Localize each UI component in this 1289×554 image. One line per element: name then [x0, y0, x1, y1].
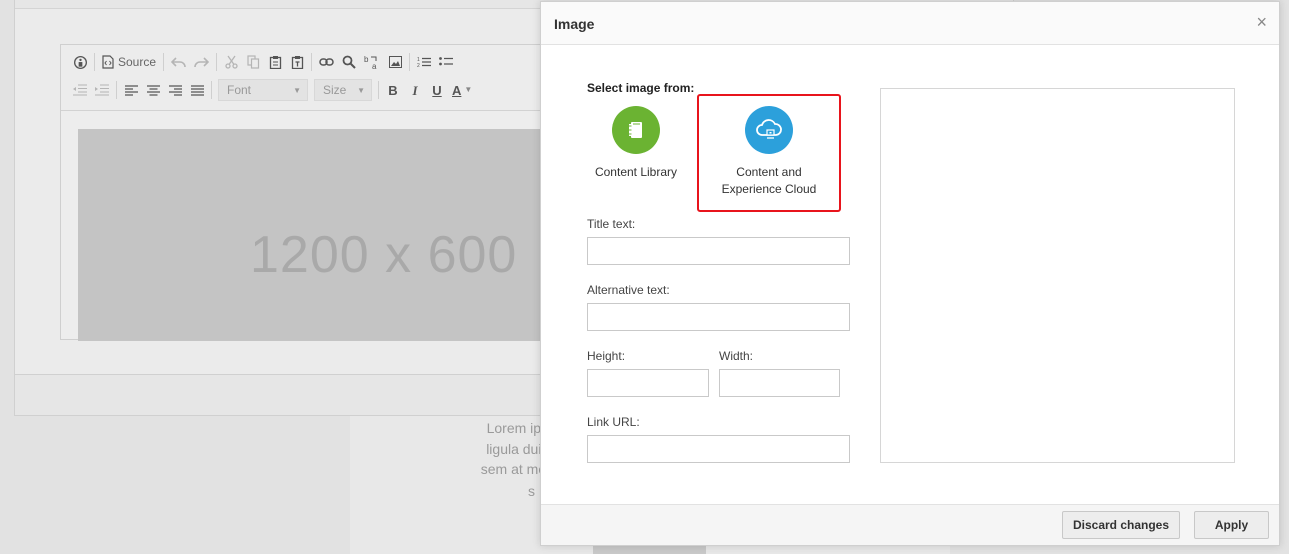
apply-button[interactable]: Apply [1194, 511, 1269, 539]
source-label: Source [118, 55, 157, 69]
image-dialog: Image × Select image from: Content Libra… [540, 1, 1280, 546]
width-label: Width: [719, 349, 754, 363]
paste-text-icon[interactable] [286, 51, 308, 73]
svg-text:2: 2 [417, 63, 420, 68]
height-input[interactable] [587, 369, 709, 397]
content-experience-cloud-label: Content and Experience Cloud [699, 164, 839, 198]
toolbar-separator [409, 53, 411, 71]
cut-icon[interactable] [220, 51, 242, 73]
bulleted-list-icon[interactable] [435, 51, 457, 73]
toolbar-separator [216, 53, 218, 71]
cloud-label-line-1: Content and [736, 165, 802, 179]
redo-icon[interactable] [190, 51, 213, 73]
copy-icon[interactable] [242, 51, 264, 73]
link-url-label: Link URL: [587, 415, 640, 429]
undo-icon[interactable] [167, 51, 190, 73]
dialog-body: Select image from: Content Library Conte… [541, 46, 1279, 504]
content-library-icon [612, 106, 660, 154]
chevron-down-icon: ▼ [464, 85, 473, 94]
image-icon[interactable] [384, 51, 406, 73]
size-select[interactable]: Size ▼ [314, 79, 372, 101]
text-color-button[interactable]: A ▼ [448, 79, 476, 101]
close-icon[interactable]: × [1256, 13, 1267, 31]
toolbar-row-2: Font ▼ Size ▼ B I U A ▼ [69, 79, 476, 101]
text-color-label: A [452, 82, 462, 98]
numbered-list-icon[interactable]: 12 [413, 51, 435, 73]
replace-icon[interactable]: ba [360, 51, 384, 73]
toolbar-separator [378, 81, 379, 99]
chevron-down-icon: ▼ [357, 85, 365, 95]
title-text-input[interactable] [587, 237, 850, 265]
font-select[interactable]: Font ▼ [218, 79, 308, 101]
align-center-icon[interactable] [142, 79, 164, 101]
image-preview [880, 88, 1235, 463]
italic-button[interactable]: I [404, 79, 426, 101]
accessibility-icon[interactable] [69, 51, 91, 73]
content-library-option[interactable]: Content Library [564, 104, 708, 214]
toolbar-separator [116, 81, 117, 99]
svg-text:b: b [364, 55, 369, 64]
content-library-label: Content Library [594, 165, 678, 179]
chevron-down-icon: ▼ [293, 85, 301, 95]
underline-button[interactable]: U [426, 79, 448, 101]
source-button[interactable]: Source [98, 51, 160, 73]
align-right-icon[interactable] [164, 79, 186, 101]
link-url-input[interactable] [587, 435, 850, 463]
toolbar-separator [211, 81, 212, 99]
outdent-icon[interactable] [69, 79, 91, 101]
cloud-icon [745, 106, 793, 154]
alt-text-label: Alternative text: [587, 283, 670, 297]
dialog-header: Image × [541, 2, 1279, 45]
svg-text:a: a [372, 62, 377, 70]
size-select-value: Size [323, 83, 347, 97]
content-experience-cloud-option[interactable]: Content and Experience Cloud [697, 94, 841, 212]
find-icon[interactable] [338, 51, 360, 73]
justify-icon[interactable] [186, 79, 208, 101]
link-icon[interactable] [315, 51, 338, 73]
select-image-label: Select image from: [587, 81, 695, 95]
paste-icon[interactable] [264, 51, 286, 73]
toolbar-separator [163, 53, 165, 71]
indent-icon[interactable] [91, 79, 113, 101]
font-select-value: Font [227, 83, 252, 97]
toolbar-row-1: Source b a 1 2 [69, 51, 457, 73]
width-input[interactable] [719, 369, 840, 397]
title-text-label: Title text: [587, 217, 636, 231]
dialog-title: Image [554, 16, 595, 32]
toolbar-separator [94, 53, 95, 71]
height-label: Height: [587, 349, 626, 363]
alt-text-input[interactable] [587, 303, 850, 331]
cloud-label-line-2: Experience Cloud [721, 182, 817, 196]
toolbar-separator [311, 53, 313, 71]
align-left-icon[interactable] [120, 79, 142, 101]
dialog-footer: Discard changes Apply [541, 504, 1279, 545]
discard-changes-button[interactable]: Discard changes [1062, 511, 1180, 539]
placeholder-image-label: 1200 x 600 [250, 226, 518, 284]
bold-button[interactable]: B [382, 79, 404, 101]
